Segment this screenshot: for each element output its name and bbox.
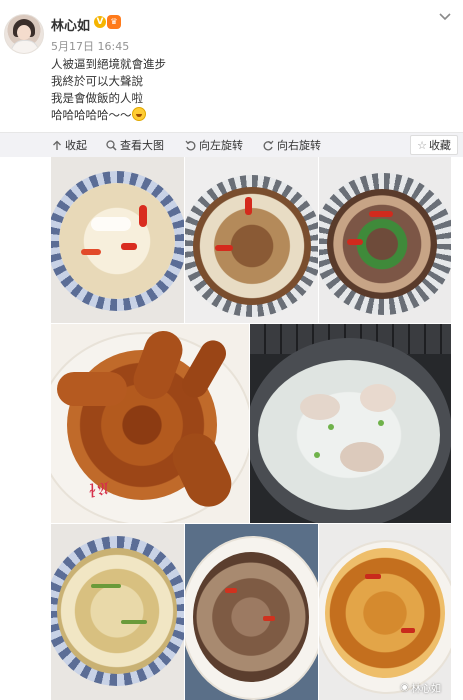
food-photo-minced-pork-eggplant[interactable] <box>185 524 318 700</box>
food-photo-pork-peppers[interactable] <box>319 157 451 323</box>
food-photo-beef-onion[interactable] <box>185 157 318 323</box>
post-header: 林心如 V ♛ 5月17日 16:45 人被逼到絕境就會進步 我終於可以大聲說 … <box>0 0 463 132</box>
rotate-left-label: 向左旋转 <box>199 139 243 152</box>
laughing-emoji-icon <box>131 107 146 121</box>
post-timestamp[interactable]: 5月17日 16:45 <box>51 38 129 54</box>
food-photo-noodles[interactable] <box>51 157 184 323</box>
collapse-label: 收起 <box>65 139 87 152</box>
avatar[interactable] <box>4 14 44 54</box>
collapse-icon <box>53 140 61 150</box>
zoom-icon <box>106 139 117 151</box>
favorite-button[interactable]: ☆ 收藏 <box>410 135 458 155</box>
signature: ɫ𝔄 <box>87 478 110 503</box>
view-large-label: 查看大图 <box>120 139 164 152</box>
food-photo-braised-chicken-wings[interactable]: ɫ𝔄 <box>51 324 249 523</box>
food-photo-cabbage-stir-fry[interactable]: ◉ 林心如 <box>319 524 451 700</box>
post-line-4: 哈哈哈哈哈～～ <box>51 107 166 124</box>
weibo-logo-icon: ◉ <box>400 682 409 693</box>
post-line-1: 人被逼到絕境就會進步 <box>51 57 166 71</box>
favorite-label: 收藏 <box>428 139 451 152</box>
collapse-button[interactable]: 收起 <box>52 137 87 153</box>
food-photo-fish-soup[interactable] <box>250 324 451 523</box>
food-photo-shredded-tofu[interactable] <box>51 524 184 700</box>
rotate-right-icon <box>263 140 274 150</box>
post-text: 人被逼到絕境就會進步 我終於可以大聲說 我是會做飯的人啦 哈哈哈哈哈～～ <box>51 56 166 124</box>
rotate-left-icon <box>185 140 196 150</box>
rotate-right-label: 向右旋转 <box>277 139 321 152</box>
user-name[interactable]: 林心如 <box>51 15 90 34</box>
chevron-down-icon[interactable] <box>438 10 452 24</box>
watermark-text: 林心如 <box>411 684 441 695</box>
vip-crown-icon: ♛ <box>107 15 121 29</box>
post-line-2: 我終於可以大聲說 <box>51 74 143 88</box>
verified-badge-icon: V <box>94 16 106 28</box>
rotate-left-button[interactable]: 向左旋转 <box>185 137 243 153</box>
star-icon: ☆ <box>417 138 427 152</box>
photo-grid: ɫ𝔄 ◉ 林心如 <box>51 157 451 700</box>
photo-watermark: ◉ 林心如 <box>400 680 441 695</box>
image-toolbar: 收起 查看大图 向左旋转 向右旋转 ☆ 收藏 <box>0 132 463 157</box>
post-line-3: 我是會做飯的人啦 <box>51 91 143 105</box>
view-large-button[interactable]: 查看大图 <box>106 137 164 153</box>
rotate-right-button[interactable]: 向右旋转 <box>263 137 321 153</box>
